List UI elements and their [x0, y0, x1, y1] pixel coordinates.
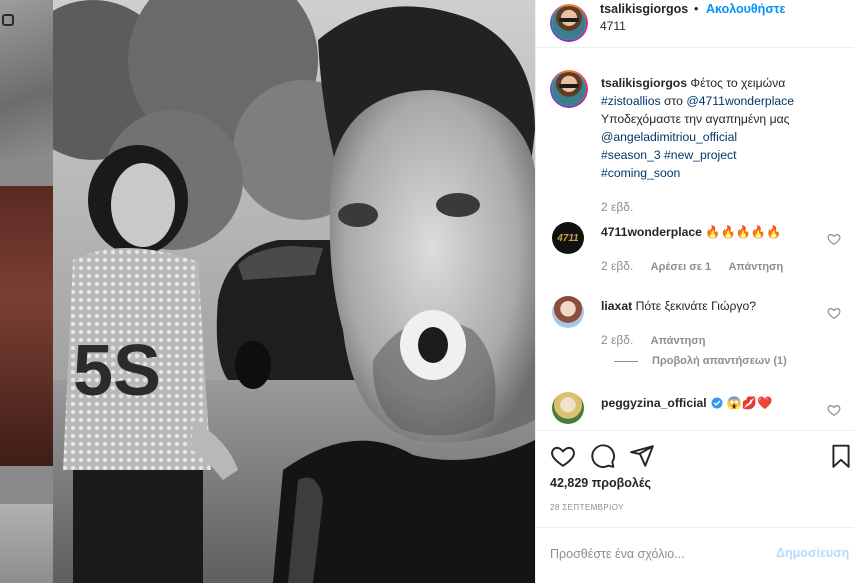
post-caption: tsalikisgiorgos Φέτος το χειμώνα #zistoa… — [601, 74, 846, 182]
comment: 4711wonderplace 🔥🔥🔥🔥🔥 — [601, 225, 781, 239]
comment-text: Πότε ξεκινάτε Γιώργο? — [635, 299, 757, 313]
svg-text:5S: 5S — [73, 331, 161, 411]
hashtag-link[interactable]: #zistoallios — [601, 94, 661, 108]
post-video[interactable]: 5S — [53, 0, 535, 583]
hashtag-link[interactable]: #season_3 — [601, 148, 661, 162]
hashtag-link[interactable]: #coming_soon — [601, 166, 680, 180]
follow-button[interactable]: Ακολουθήστε — [706, 2, 785, 16]
comment: peggyzina_official 😱💋❤️ — [601, 396, 772, 410]
post-details-panel: tsalikisgiorgos • Ακολουθήστε 4711 tsali… — [535, 0, 854, 583]
mention-link[interactable]: @4711wonderplace — [686, 94, 794, 108]
like-comment-heart-icon[interactable] — [827, 403, 841, 417]
comment-avatar[interactable] — [552, 392, 584, 424]
caption-text: Υποδεχόμαστε την αγαπημένη μας — [601, 112, 790, 126]
comment-icon[interactable] — [590, 443, 616, 469]
comment: liaxat Πότε ξεκινάτε Γιώργο? — [601, 299, 756, 313]
like-comment-heart-icon[interactable] — [827, 232, 841, 246]
author-avatar[interactable] — [550, 4, 588, 42]
comment-username[interactable]: liaxat — [601, 299, 632, 313]
hashtag-link[interactable]: #new_project — [664, 148, 737, 162]
caption-author-avatar[interactable] — [550, 70, 588, 108]
comment-text: 😱💋❤️ — [726, 396, 773, 410]
author-username[interactable]: tsalikisgiorgos — [600, 2, 688, 16]
caption-text: Φέτος το χειμώνα — [690, 76, 786, 90]
post-comment-button[interactable]: Δημοσίευση — [776, 546, 849, 560]
comment-meta: 2 εβδ. Αρέσει σε 1 Απάντηση — [601, 259, 797, 273]
share-icon[interactable] — [629, 443, 655, 469]
post-actions — [536, 430, 854, 468]
like-comment-heart-icon[interactable] — [827, 306, 841, 320]
view-replies-button[interactable]: Προβολή απαντήσεων (1) — [614, 355, 787, 367]
instagram-logo-icon — [2, 14, 14, 26]
comment-text: 🔥🔥🔥🔥🔥 — [705, 225, 782, 239]
reply-button[interactable]: Απάντηση — [651, 335, 706, 347]
bookmark-icon[interactable] — [828, 443, 854, 469]
post-date[interactable]: 28 ΣΕΠΤΕΜΒΡΙΟΥ — [550, 503, 624, 512]
view-count[interactable]: 42,829 προβολές — [550, 476, 651, 490]
location-link[interactable]: 4711 — [600, 19, 626, 33]
comment-username[interactable]: 4711wonderplace — [601, 225, 702, 239]
comment-time[interactable]: 2 εβδ. — [601, 333, 633, 347]
comment-username[interactable]: peggyzina_official — [601, 396, 707, 410]
comment-avatar[interactable]: 4711 — [552, 222, 584, 254]
reply-button[interactable]: Απάντηση — [728, 261, 783, 273]
background-post-thumbnail — [0, 186, 53, 466]
avatar-logo-text: 4711 — [557, 232, 579, 244]
comment-avatar[interactable] — [552, 296, 584, 328]
background-feed — [0, 0, 53, 583]
comment-input[interactable] — [550, 543, 760, 565]
separator-dot: • — [694, 2, 699, 16]
comment-meta: 2 εβδ. Απάντηση — [601, 333, 719, 347]
background-post-thumbnail — [0, 504, 53, 583]
post-header: tsalikisgiorgos • Ακολουθήστε 4711 — [536, 0, 854, 48]
comment-composer: Δημοσίευση — [536, 527, 854, 583]
mention-link[interactable]: @angeladimitriou_official — [601, 130, 737, 144]
caption-username[interactable]: tsalikisgiorgos — [601, 76, 687, 90]
caption-meta: 2 εβδ. — [601, 200, 647, 214]
comment-time[interactable]: 2 εβδ. — [601, 259, 633, 273]
caption-text: στο — [664, 94, 683, 108]
caption-time[interactable]: 2 εβδ. — [601, 200, 633, 214]
video-frame: 5S — [53, 0, 535, 583]
heart-icon[interactable] — [550, 443, 576, 469]
comment-likes[interactable]: Αρέσει σε 1 — [651, 261, 712, 273]
verified-icon — [711, 397, 723, 409]
